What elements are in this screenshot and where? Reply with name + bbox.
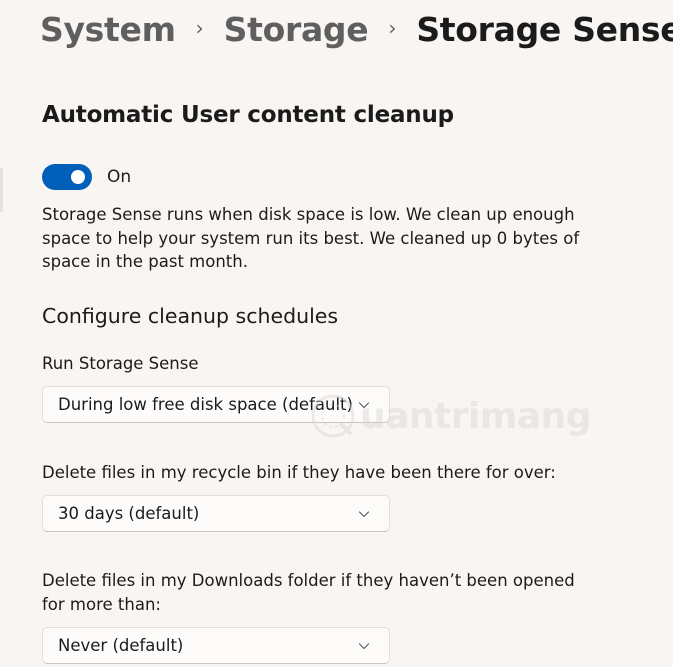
page-title: Storage Sense [416, 10, 673, 49]
auto-cleanup-heading: Automatic User content cleanup [42, 102, 454, 128]
recycle-bin-dropdown[interactable]: 30 days (default) [42, 495, 390, 532]
downloads-folder-value: Never (default) [58, 636, 184, 655]
toggle-knob [71, 170, 85, 184]
chevron-down-icon [358, 510, 370, 517]
run-storage-sense-label: Run Storage Sense [42, 354, 199, 373]
watermark-logo-icon [311, 394, 355, 438]
left-scroll-indicator [0, 168, 3, 212]
breadcrumb-item-storage[interactable]: Storage [224, 10, 369, 49]
recycle-bin-label: Delete files in my recycle bin if they h… [42, 463, 556, 482]
auto-cleanup-toggle-row: On [42, 164, 131, 190]
downloads-folder-dropdown[interactable]: Never (default) [42, 627, 390, 664]
auto-cleanup-toggle[interactable] [42, 164, 92, 190]
breadcrumb: System › Storage › Storage Sense [40, 10, 673, 49]
toggle-state-label: On [107, 167, 132, 187]
chevron-right-icon: › [195, 15, 204, 40]
cleanup-schedules-heading: Configure cleanup schedules [42, 304, 339, 328]
downloads-folder-label: Delete files in my Downloads folder if t… [42, 571, 575, 614]
auto-cleanup-description: Storage Sense runs when disk space is lo… [42, 205, 580, 271]
recycle-bin-value: 30 days (default) [58, 504, 200, 523]
breadcrumb-item-system[interactable]: System [40, 10, 176, 49]
watermark-text: uantrimang [360, 395, 592, 437]
watermark: uantrimang [310, 393, 592, 439]
chevron-right-icon: › [388, 15, 397, 40]
chevron-down-icon [358, 642, 370, 649]
